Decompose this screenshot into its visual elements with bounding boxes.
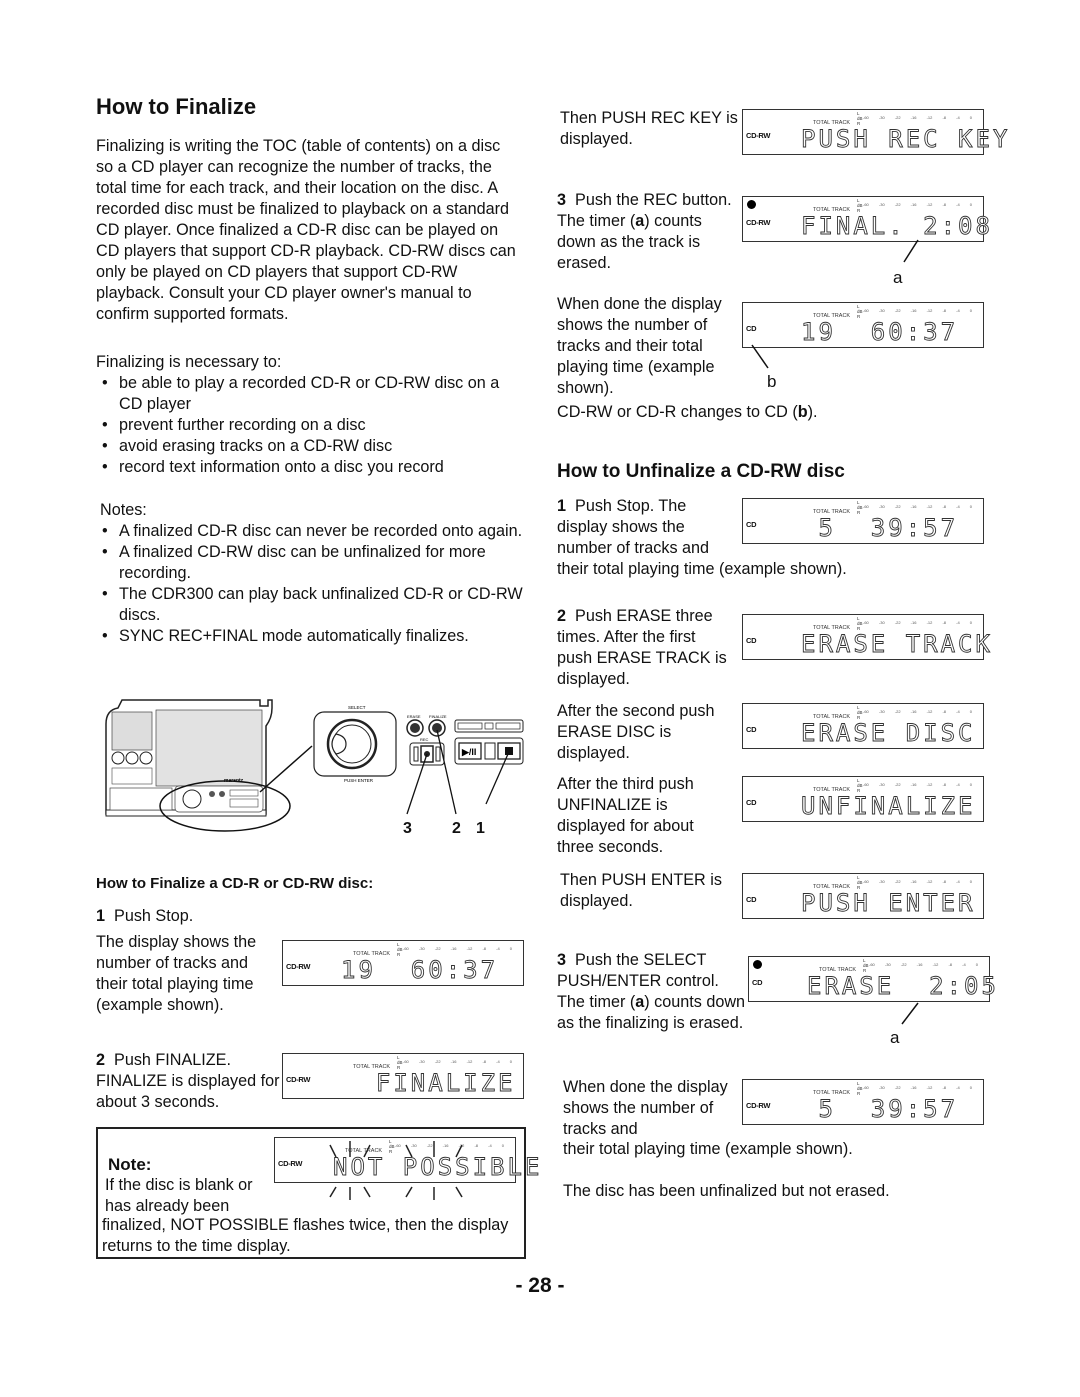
callout-lines	[329, 239, 919, 1200]
timer-pointer-line-2	[901, 1002, 919, 1025]
cd-pointer-line	[751, 344, 769, 369]
timer-pointer-line	[903, 239, 919, 263]
flash-marks	[329, 1141, 463, 1200]
